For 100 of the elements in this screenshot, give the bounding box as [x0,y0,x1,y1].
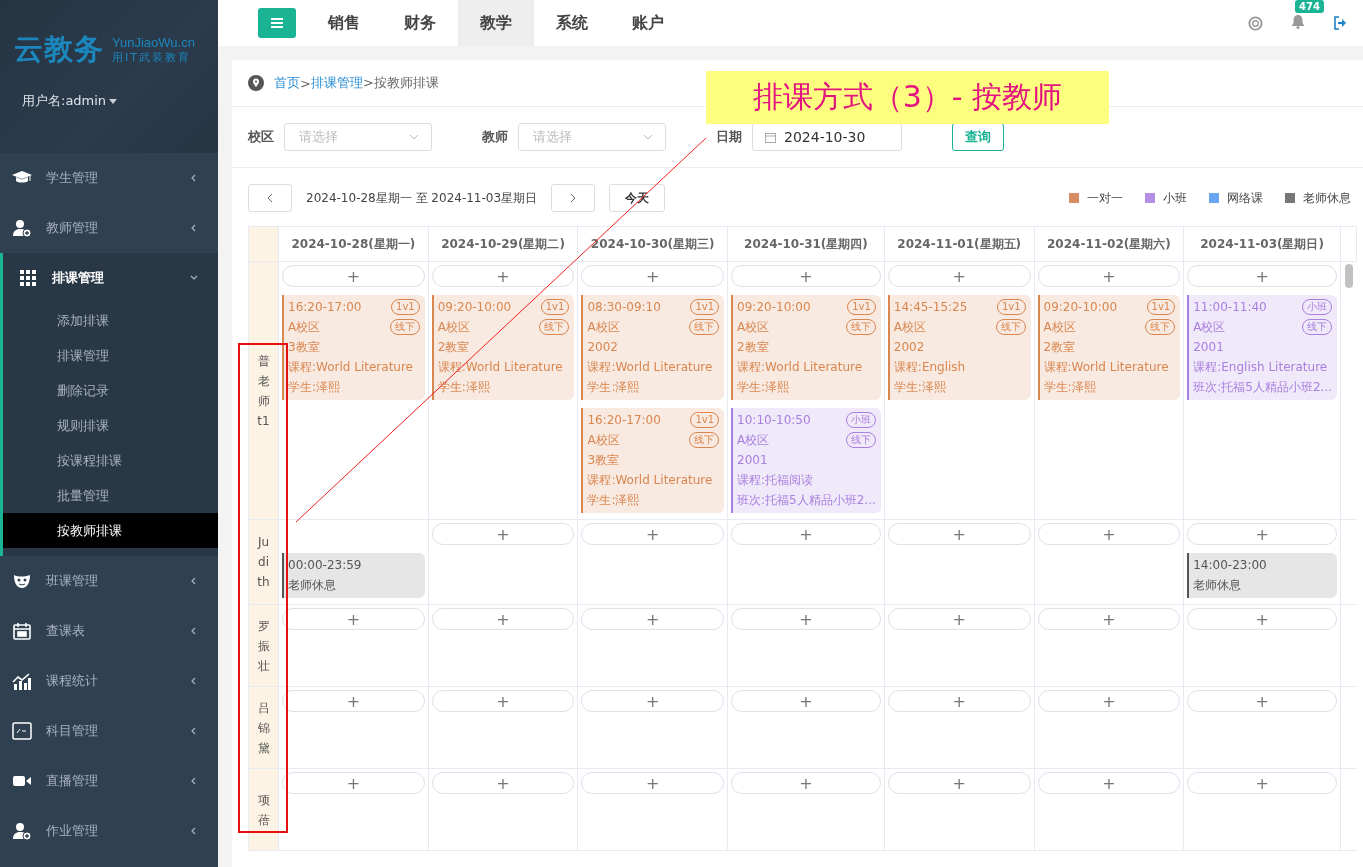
add-button[interactable]: + [1037,608,1181,630]
schedule-event-card[interactable]: 14:45-15:25 1v1 A校区 线下 2002 课程:English 学生:泽熙 [887,295,1031,400]
add-button[interactable]: + [731,608,881,630]
submenu-item[interactable]: 规则排课 [3,408,218,443]
menu-item[interactable]: 直播管理 [0,756,218,806]
menu-item[interactable]: 查课表 [0,606,218,656]
add-button[interactable]: + [1037,523,1181,545]
query-button[interactable]: 查询 [952,123,1004,151]
help-icon[interactable] [1248,15,1263,31]
chevron-left-icon [190,827,198,835]
schedule-event-card[interactable]: 14:00-23:00 老师休息 [1187,553,1337,598]
add-button[interactable]: + [282,608,425,630]
add-button[interactable]: + [887,690,1031,712]
event-text: 课程:English [893,359,966,376]
nav-tab[interactable]: 账户 [610,0,686,46]
date-label: 日期 [716,128,742,146]
schedule-event-card[interactable]: 11:00-11:40 小班 A校区 线下 2001 课程:English Literature 班次:托福5人精品小班2... [1187,295,1337,400]
add-button[interactable]: + [282,690,425,712]
add-button[interactable]: + [431,265,575,287]
nav-tab[interactable]: 系统 [534,0,610,46]
schedule-event-card[interactable]: 16:20-17:00 1v1 A校区 线下 3教室 课程:World Literature 学生:泽熙 [282,295,425,400]
menu-item[interactable]: 班课管理 [0,556,218,606]
menu-item[interactable]: 教师管理 [0,203,218,253]
submenu-item[interactable]: 批量管理 [3,478,218,513]
add-button[interactable]: + [1187,690,1337,712]
event-text: A校区 [587,432,620,449]
day-header: 2024-11-02(星期六) [1034,227,1185,262]
nav-tab[interactable]: 教学 [458,0,534,46]
add-button[interactable]: + [431,690,575,712]
add-button[interactable]: + [731,265,881,287]
add-button[interactable]: + [581,523,725,545]
submenu-item[interactable]: 添加排课 [3,303,218,338]
add-button[interactable]: + [887,523,1031,545]
event-text: 学生:泽熙 [737,379,790,396]
add-button[interactable]: + [1187,772,1337,794]
event-text: 16:20-17:00 [587,412,661,429]
add-button[interactable]: + [1187,265,1337,287]
event-text: 课程:托福阅读 [737,472,814,489]
add-button[interactable]: + [887,772,1031,794]
add-button[interactable]: + [731,690,881,712]
bell-icon[interactable] [1291,13,1305,29]
submenu-item[interactable]: 删除记录 [3,373,218,408]
breadcrumb-text: > [300,75,311,91]
nav-tab[interactable]: 销售 [306,0,382,46]
event-text: 课程:World Literature [1043,359,1169,376]
logo-slogan: 用IT武装教育 [112,50,192,65]
add-button[interactable]: + [431,608,575,630]
add-button[interactable]: + [1037,265,1181,287]
schedule-event-card[interactable]: 09:20-10:00 1v1 A校区 线下 2教室 课程:World Literature 学生:泽熙 [431,295,575,400]
menu-item[interactable]: 课程统计 [0,656,218,706]
caret-icon [109,98,118,104]
user-menu[interactable]: 用户名:admin [22,92,118,110]
add-button[interactable]: + [1037,772,1181,794]
breadcrumb-link[interactable]: 首页 [274,74,300,92]
chevron-down-icon [190,274,198,282]
schedule-event-card[interactable]: 09:20-10:00 1v1 A校区 线下 2教室 课程:World Literature 学生:泽熙 [731,295,881,400]
schedule-event-card[interactable]: 16:20-17:00 1v1 A校区 线下 3教室 课程:World Literature 学生:泽熙 [581,408,725,513]
menu-item[interactable]: 学生管理 [0,153,218,203]
add-button[interactable]: + [581,265,725,287]
previous-week-button[interactable] [248,184,292,212]
add-button[interactable]: + [431,772,575,794]
schedule-event-card[interactable]: 10:10-10:50 小班 A校区 线下 2001 课程:托福阅读 班次:托福5人精品小班2... [731,408,881,513]
submenu-item[interactable]: 按教师排课 [3,513,218,548]
add-button[interactable]: + [731,772,881,794]
add-button[interactable]: + [581,690,725,712]
logo-text: 云教务 [14,31,104,68]
schedule-event-card[interactable]: 00:00-23:59 老师休息 [282,553,425,598]
menu-item[interactable]: 排课管理 [3,253,218,303]
add-button[interactable]: + [1037,690,1181,712]
add-button[interactable]: + [282,265,425,287]
event-text: 课程:World Literature [288,359,413,376]
add-button[interactable]: + [431,523,575,545]
breadcrumb-link[interactable]: 排课管理 [310,74,363,92]
add-button[interactable]: + [887,608,1031,630]
calendar-icon [765,131,776,143]
menu-item[interactable]: 作业管理 [0,806,218,856]
event-text: 班次:托福5人精品小班2... [737,492,876,509]
schedule-event-card[interactable]: 09:20-10:00 1v1 A校区 线下 2教室 课程:World Literature 学生:泽熙 [1037,295,1181,400]
schedule-event-card[interactable]: 08:30-09:10 1v1 A校区 线下 2002 课程:World Literature 学生:泽熙 [581,295,725,400]
submenu-item[interactable]: 按课程排课 [3,443,218,478]
add-button[interactable]: + [731,523,881,545]
menu-item[interactable]: 科目管理 [0,706,218,756]
event-text: 课程:World Literature [587,472,713,489]
chevron-left-icon [190,627,198,635]
day-header: 2024-10-31(星期四) [728,227,885,262]
scrollbar-thumb[interactable] [1345,264,1353,288]
submenu-item[interactable]: 排课管理 [3,338,218,373]
add-button[interactable]: + [581,608,725,630]
add-button[interactable]: + [887,265,1031,287]
add-button[interactable]: + [1187,608,1337,630]
add-button[interactable]: + [282,772,425,794]
logout-icon[interactable] [1333,16,1347,30]
day-header: 2024-10-28(星期一) [279,227,429,262]
add-button[interactable]: + [581,772,725,794]
menu-button[interactable] [258,8,296,38]
nav-tab[interactable]: 财务 [382,0,458,46]
add-button[interactable]: + [1187,523,1337,545]
chevron-left-icon [190,224,198,232]
teacher-label: 教师 [482,128,508,146]
next-week-button[interactable] [551,184,596,212]
